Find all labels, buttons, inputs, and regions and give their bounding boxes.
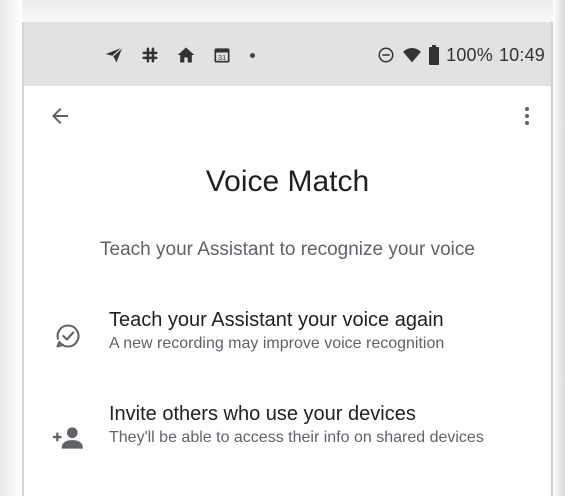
frame-shadow-top <box>0 0 565 22</box>
more-vert-icon <box>515 104 539 133</box>
back-button[interactable] <box>42 100 78 136</box>
dot-icon <box>250 52 255 58</box>
phone-screen: 31 100% 10:49 Voice Match Teach your Ass… <box>22 22 553 496</box>
frame-shadow-left <box>0 0 22 496</box>
teach-voice-again-text: Teach your Assistant your voice again A … <box>109 308 531 354</box>
slack-icon <box>140 45 160 65</box>
do-not-disturb-icon <box>376 45 396 65</box>
screenshot-frame: 31 100% 10:49 Voice Match Teach your Ass… <box>0 0 565 496</box>
calendar-icon: 31 <box>212 45 232 65</box>
calendar-day-text: 31 <box>218 53 226 62</box>
item-title: Teach your Assistant your voice again <box>109 309 444 331</box>
arrow-back-icon <box>48 104 72 133</box>
more-options-button[interactable] <box>509 100 545 136</box>
notification-icons: 31 <box>104 40 255 70</box>
telegram-icon <box>104 45 124 65</box>
invite-others-item[interactable]: Invite others who use your devices They'… <box>24 402 551 482</box>
page-title: Voice Match <box>205 165 370 198</box>
frame-shadow-right <box>553 0 565 496</box>
home-icon <box>176 45 196 65</box>
system-status: 100% 10:49 <box>376 40 545 70</box>
teach-voice-again-item[interactable]: Teach your Assistant your voice again A … <box>24 308 551 368</box>
clock-time: 10:49 <box>498 44 545 65</box>
invite-others-text: Invite others who use your devices They'… <box>109 402 531 448</box>
app-bar <box>24 86 551 148</box>
item-description: They'll be able to access their info on … <box>109 429 484 446</box>
battery-percent: 100% <box>446 44 493 65</box>
battery-icon <box>428 45 440 65</box>
person-add-icon <box>50 420 86 456</box>
page-subtitle: Teach your Assistant to recognize your v… <box>100 239 475 260</box>
wifi-icon <box>402 45 422 65</box>
voice-check-icon <box>50 318 86 354</box>
status-bar: 31 100% 10:49 <box>24 22 551 86</box>
item-description: A new recording may improve voice recogn… <box>109 335 445 352</box>
item-title: Invite others who use your devices <box>109 403 416 425</box>
